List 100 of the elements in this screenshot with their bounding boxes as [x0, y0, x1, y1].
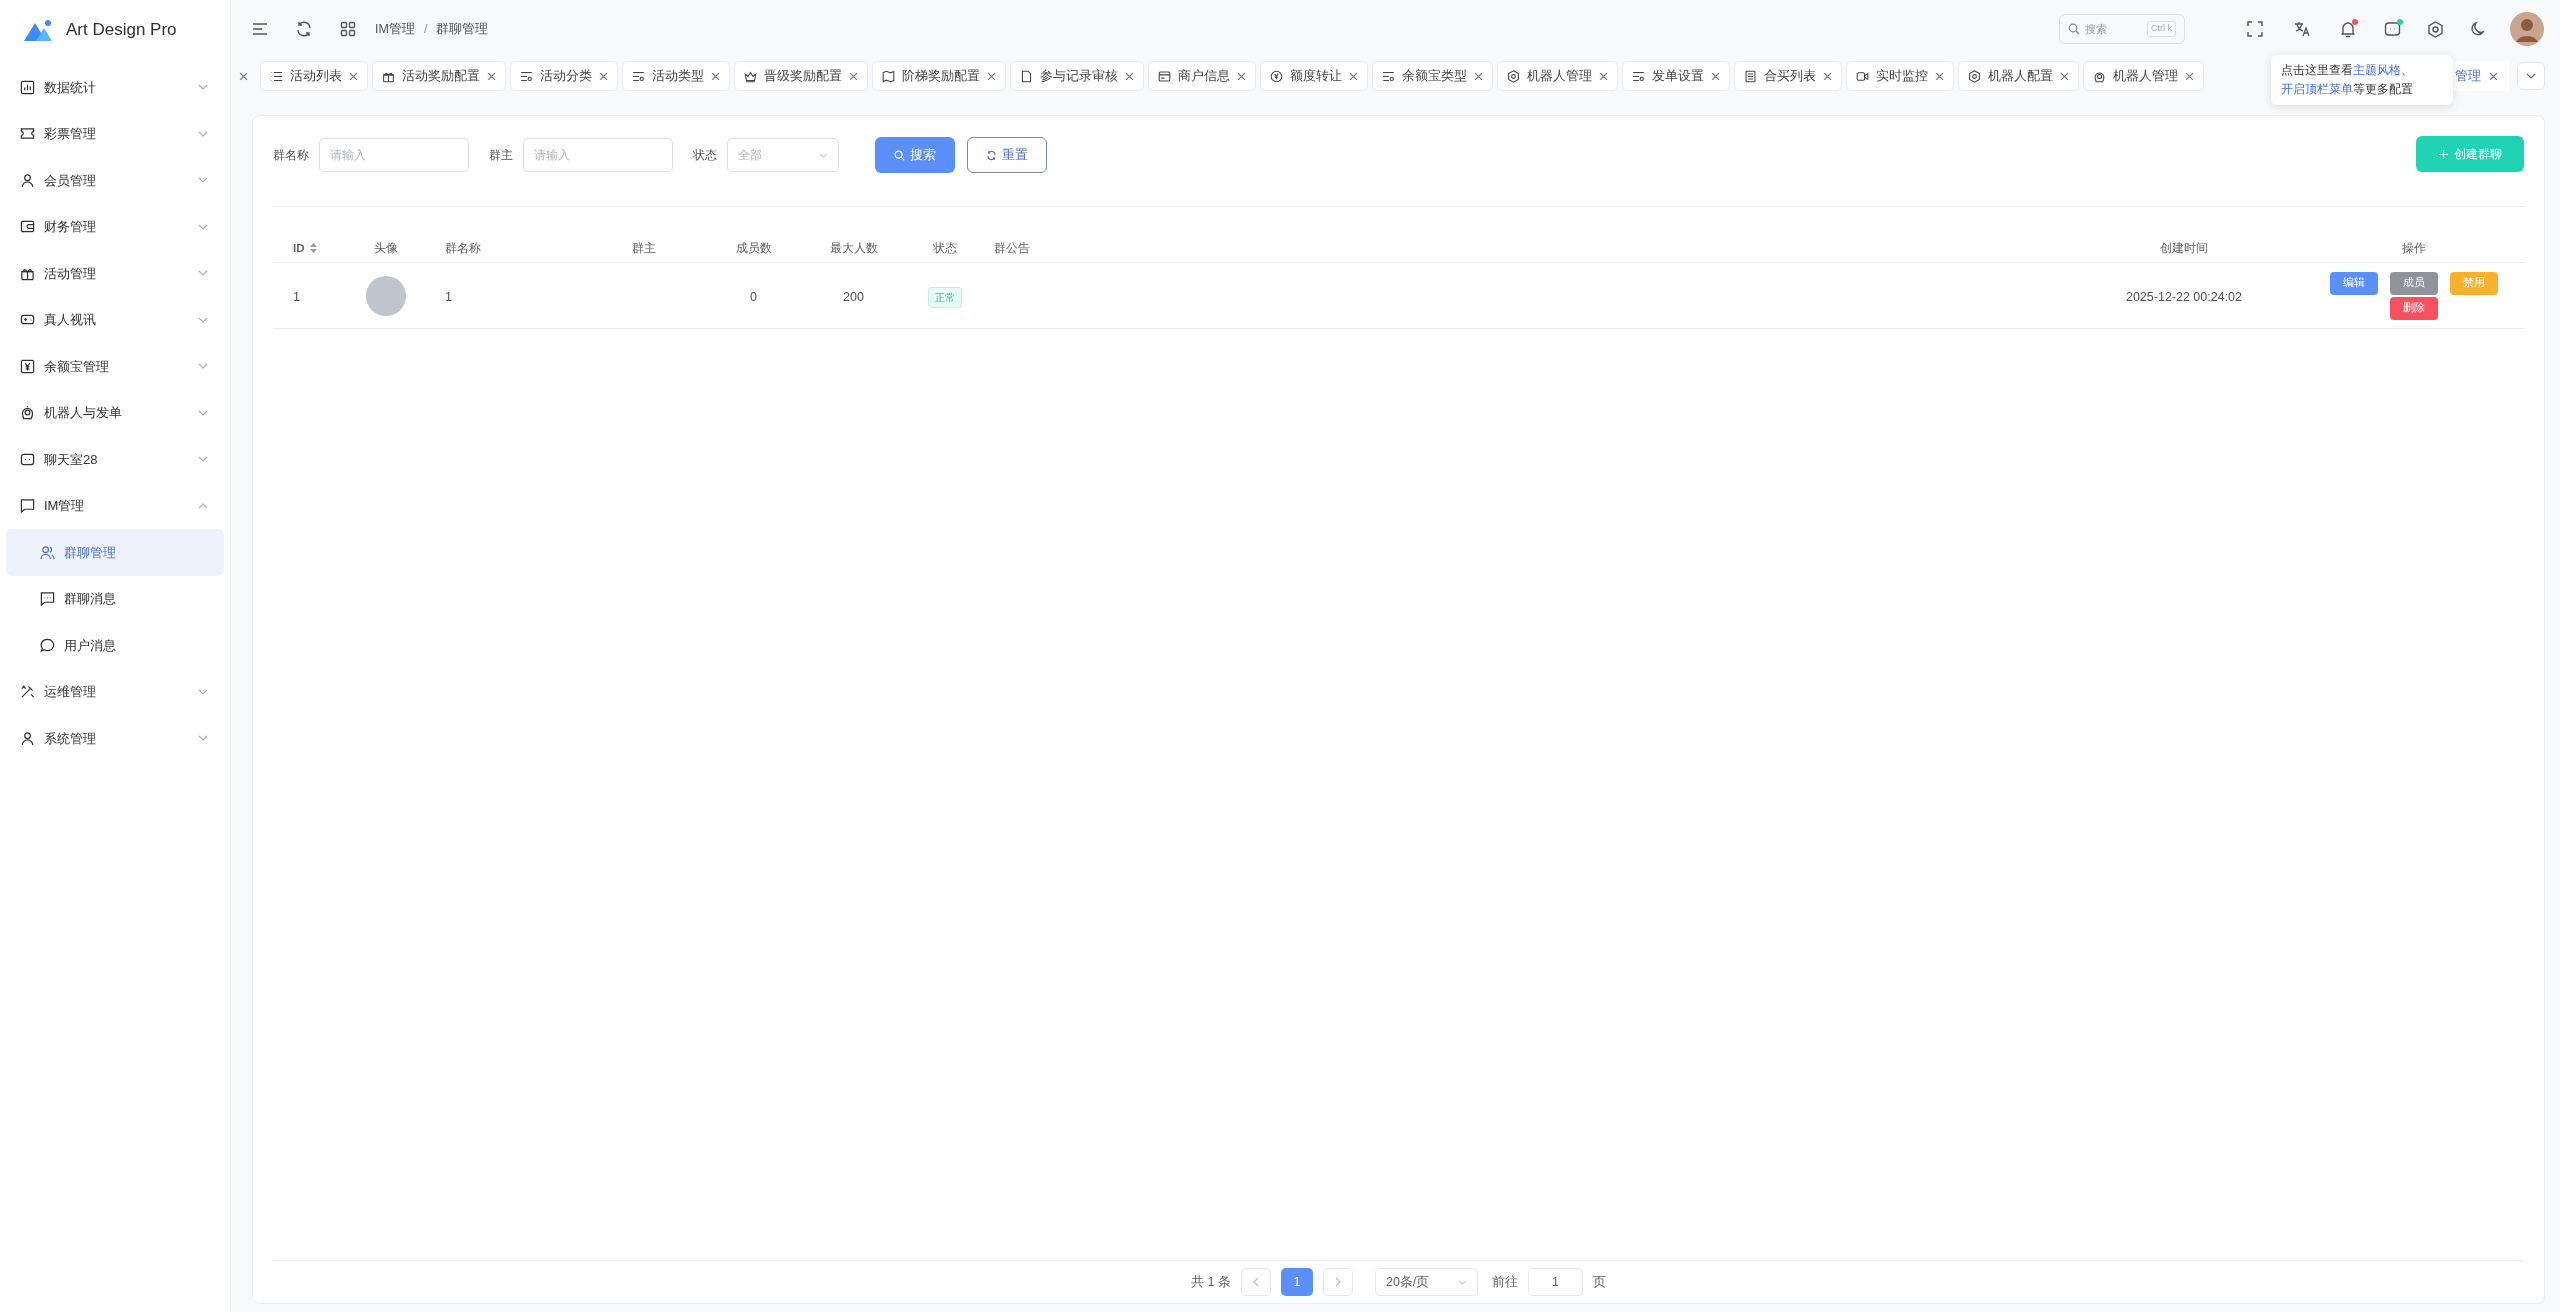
chevron-down-icon	[198, 409, 208, 416]
sidebar-item[interactable]: 活动管理	[6, 250, 224, 297]
sidebar-subitem[interactable]: 用户消息	[6, 622, 224, 669]
sidebar-item[interactable]: 会员管理	[6, 157, 224, 204]
sidebar-item[interactable]: 真人视讯	[6, 296, 224, 343]
link[interactable]: 主题风格	[2353, 63, 2401, 77]
page-input[interactable]: 1	[1527, 1268, 1583, 1296]
sidebar-item[interactable]: 聊天室28	[6, 436, 224, 483]
chevron-down-icon	[198, 177, 208, 184]
refresh-icon[interactable]	[295, 20, 313, 38]
tab[interactable]: 阶梯奖励配置	[872, 61, 1006, 91]
close-icon[interactable]	[711, 71, 720, 81]
input-field[interactable]: 请输入	[319, 138, 469, 172]
input-field[interactable]: 请输入	[523, 138, 673, 172]
tab[interactable]: 实时监控	[1846, 61, 1954, 91]
search-icon	[2068, 23, 2080, 35]
close-icon[interactable]	[1474, 71, 1483, 81]
sidebar-subitem[interactable]: 群聊管理	[6, 529, 224, 576]
filter-label: 群名称	[273, 147, 309, 164]
close-icon[interactable]	[1349, 71, 1358, 81]
sidebar-item[interactable]: 系统管理	[6, 715, 224, 762]
close-icon[interactable]	[2489, 71, 2498, 81]
tab[interactable]: 活动分类	[510, 61, 618, 91]
column-header: 群名称	[445, 240, 481, 256]
table-cell: 2025-12-22 00:24:02	[2125, 289, 2243, 304]
chevron-down-icon	[198, 223, 208, 230]
filter-lines-icon	[520, 69, 533, 83]
menu-icon[interactable]	[251, 20, 269, 38]
column-header: 头像	[374, 240, 398, 256]
close-icon[interactable]	[1237, 71, 1246, 81]
settings-icon[interactable]	[2427, 20, 2444, 38]
close-icon[interactable]	[1935, 71, 1944, 81]
close-icon[interactable]	[849, 71, 858, 81]
close-icon[interactable]	[2185, 71, 2194, 81]
tab[interactable]: 活动类型	[622, 61, 730, 91]
avatar[interactable]	[2510, 12, 2544, 46]
tab[interactable]: 参与记录审核	[1010, 61, 1144, 91]
page-size-select[interactable]: 20条/页	[1374, 1268, 1478, 1296]
chevron-down-icon	[2526, 73, 2536, 79]
link[interactable]: 开启顶栏菜单	[2281, 82, 2353, 96]
wallet-icon	[20, 219, 35, 235]
table-cell: 1	[445, 289, 452, 304]
yen-icon	[20, 358, 35, 374]
close-icon[interactable]	[599, 71, 608, 81]
close-icon[interactable]	[2060, 71, 2069, 81]
chevron-down-icon	[198, 735, 208, 742]
close-icon[interactable]	[487, 71, 496, 81]
tab[interactable]: 晋级奖励配置	[734, 61, 868, 91]
column-header: 成员数	[735, 240, 772, 256]
tab[interactable]: 发单设置	[1622, 61, 1730, 91]
breadcrumb-item[interactable]: 群聊管理	[436, 19, 489, 39]
chat-icon[interactable]	[2384, 21, 2401, 37]
list-icon	[270, 69, 283, 83]
chevron-down-icon	[198, 456, 208, 463]
breadcrumb-item[interactable]: IM管理	[375, 19, 415, 39]
gear-icon	[1968, 69, 1981, 83]
reset-button[interactable]: 重置	[967, 137, 1047, 173]
close-icon[interactable]	[1125, 71, 1134, 81]
tab[interactable]: 机器人管理	[2083, 61, 2204, 91]
close-icon[interactable]	[239, 71, 248, 81]
bell-icon[interactable]	[2340, 20, 2356, 38]
close-icon[interactable]	[1599, 71, 1608, 81]
chat-box-icon	[20, 451, 35, 467]
close-icon[interactable]	[1711, 71, 1720, 81]
chevron-up-icon	[198, 502, 208, 509]
sidebar-item[interactable]: 余额宝管理	[6, 343, 224, 390]
crown-icon	[744, 69, 757, 83]
sidebar-item[interactable]: IM管理	[6, 482, 224, 529]
page-suffix: 页	[1592, 1273, 1606, 1291]
tab[interactable]: 机器人管理	[1497, 61, 1618, 91]
gear-icon	[1507, 69, 1520, 83]
translate-icon[interactable]	[2294, 21, 2311, 37]
close-icon[interactable]	[349, 71, 358, 81]
tab[interactable]: 商户信息	[1148, 61, 1256, 91]
search-icon	[894, 149, 905, 161]
sidebar-item[interactable]: 运维管理	[6, 668, 224, 715]
tab[interactable]: 活动列表	[260, 61, 368, 91]
close-icon[interactable]	[987, 71, 996, 81]
fullscreen-icon[interactable]	[2247, 21, 2263, 37]
column-header: 最大人数	[829, 240, 878, 256]
tab[interactable]: 合买列表	[1734, 61, 1842, 91]
chevron-down-icon	[198, 363, 208, 370]
tab[interactable]: 余额宝类型	[1372, 61, 1493, 91]
tab[interactable]: 机器人配置	[1958, 61, 2079, 91]
tab[interactable]: 管理	[2453, 61, 2509, 91]
grid-icon[interactable]	[340, 21, 356, 37]
close-icon[interactable]	[1823, 71, 1832, 81]
refresh-icon	[986, 149, 997, 161]
group-avatar	[366, 275, 406, 316]
tab[interactable]: 额度转让	[1260, 61, 1368, 91]
sidebar-item[interactable]: 彩票管理	[6, 110, 224, 157]
message-dots-icon	[40, 591, 55, 607]
tab[interactable]: 活动奖励配置	[372, 61, 506, 91]
sidebar-subitem[interactable]: 群聊消息	[6, 575, 224, 622]
sidebar-item[interactable]: 机器人与发单	[6, 389, 224, 436]
table-cell: 200	[843, 289, 864, 304]
sidebar-item[interactable]: 数据统计	[6, 64, 224, 111]
column-header[interactable]: ID	[293, 239, 317, 257]
moon-icon[interactable]	[2470, 21, 2486, 37]
sidebar-item[interactable]: 财务管理	[6, 203, 224, 250]
